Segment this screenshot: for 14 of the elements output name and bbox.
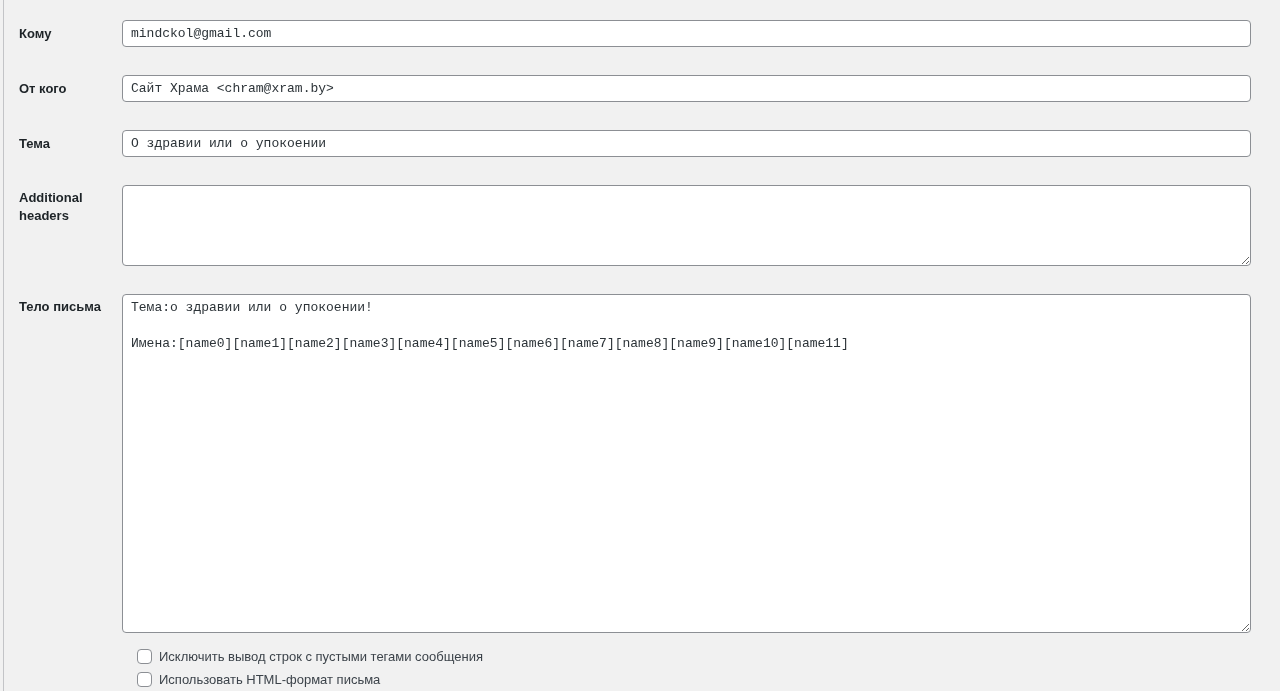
field-label: Тема bbox=[18, 135, 52, 153]
text-area[interactable] bbox=[122, 185, 1251, 266]
message-body-field[interactable]: Тема:о здравии или о упокоении! Имена:[name0][name1][name2][name3][name4][name5][name6][name7][name8][name9][name10][name11] bbox=[122, 294, 1251, 633]
checkbox-label: Использовать HTML-формат письма bbox=[159, 670, 381, 689]
text-field[interactable]: О здравии или о упокоении bbox=[122, 130, 1251, 157]
field-label: От кого bbox=[18, 80, 68, 98]
field-label: Additional headers bbox=[18, 189, 84, 225]
field-label: Тело письма bbox=[18, 298, 102, 316]
field-label: Кому bbox=[18, 25, 53, 43]
checkbox[interactable] bbox=[137, 649, 152, 664]
text-field[interactable]: mindckol@gmail.com bbox=[122, 20, 1251, 47]
text-field[interactable]: Сайт Храма <chram@xram.by> bbox=[122, 75, 1251, 102]
checkbox[interactable] bbox=[137, 672, 152, 687]
checkbox-label: Исключить вывод строк с пустыми тегами сообщения bbox=[159, 647, 483, 666]
